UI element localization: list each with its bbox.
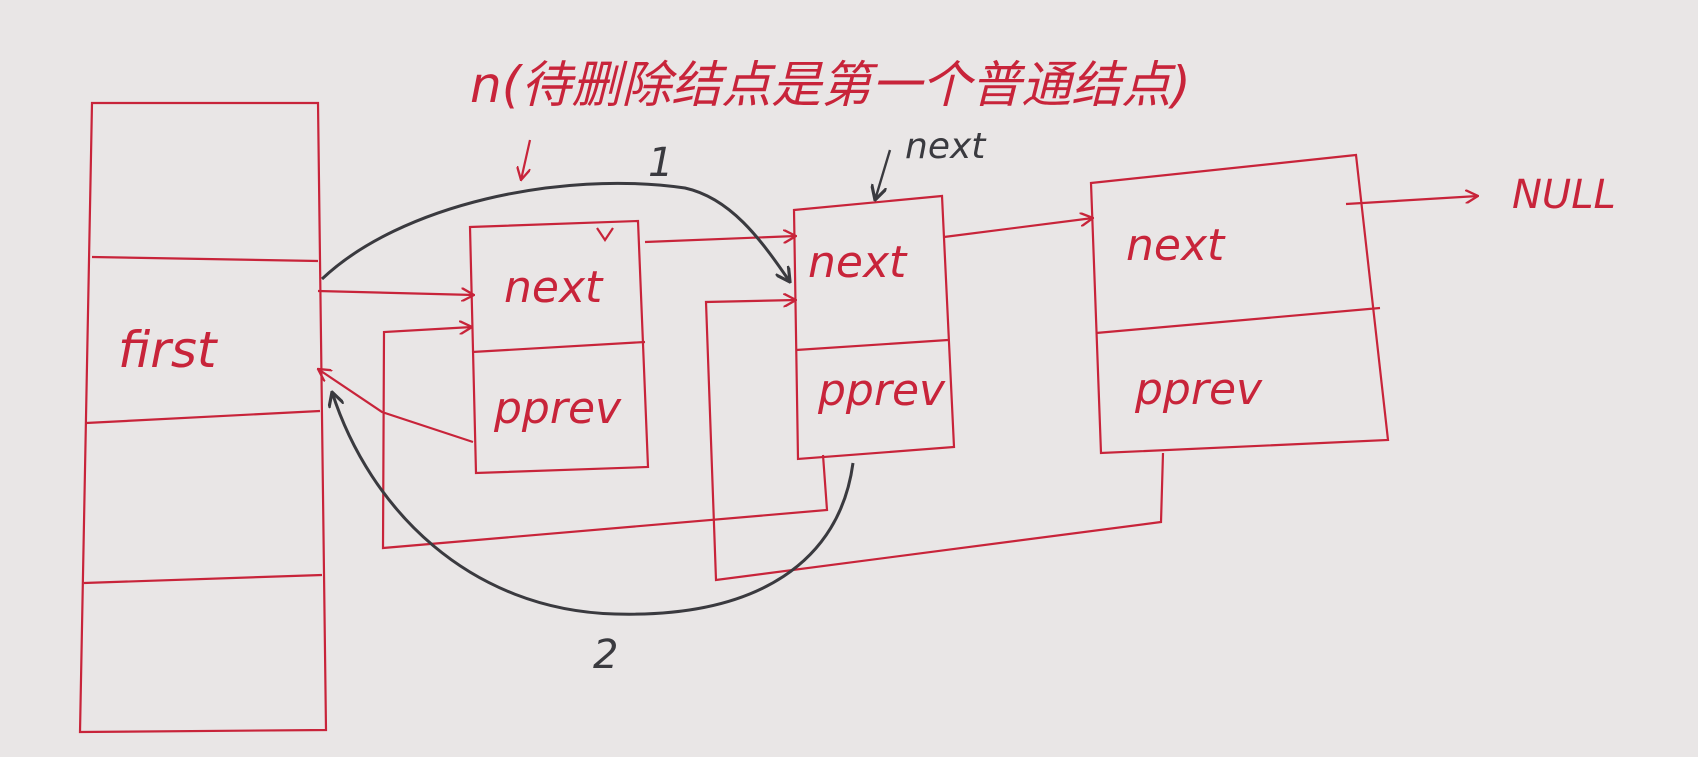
node-3-pprev-label: pprev xyxy=(1134,364,1263,415)
node-1-pprev-label: pprev xyxy=(493,383,622,434)
linked-list-diagram: n(待删除结点是第一个普通结点) first next pprev next p… xyxy=(0,0,1698,757)
first-label: first xyxy=(118,321,219,379)
step-2-label: 2 xyxy=(593,632,618,678)
node-3-next-label: next xyxy=(1126,220,1226,271)
null-label: NULL xyxy=(1512,172,1616,218)
step-1-label: 1 xyxy=(648,140,673,186)
next-pointer-label: next xyxy=(905,126,987,167)
node-1-next-label: next xyxy=(504,262,604,313)
node-2-next-label: next xyxy=(808,237,908,288)
diagram-canvas: n(待删除结点是第一个普通结点) first next pprev next p… xyxy=(0,0,1698,757)
node-2-pprev-label: pprev xyxy=(817,365,946,416)
diagram-title: n(待删除结点是第一个普通结点) xyxy=(470,56,1191,114)
